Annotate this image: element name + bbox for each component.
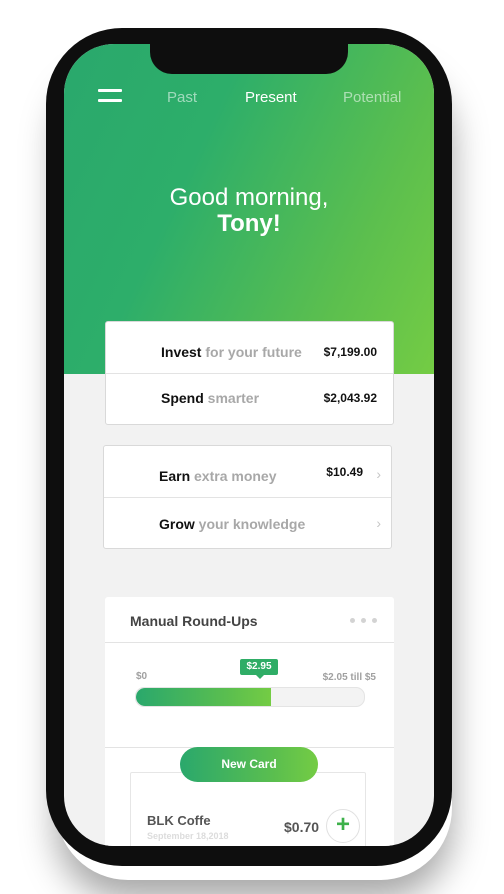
earn-label: Earn extra money bbox=[159, 468, 277, 484]
chevron-right-icon: › bbox=[376, 466, 381, 482]
spend-title: Spend bbox=[161, 390, 204, 406]
invest-label: Invest for your future bbox=[161, 344, 302, 360]
tab-present[interactable]: Present bbox=[245, 89, 297, 106]
roundups-progress-bar bbox=[135, 687, 365, 707]
progress-min-label: $0 bbox=[136, 671, 148, 682]
invest-subtitle: for your future bbox=[205, 344, 302, 360]
grow-label: Grow your knowledge bbox=[159, 516, 305, 532]
chevron-right-icon: › bbox=[376, 515, 381, 531]
invest-row[interactable]: Invest for your future $7,199.00 bbox=[106, 322, 393, 373]
hamburger-menu-icon[interactable] bbox=[98, 89, 122, 105]
progress-fill bbox=[136, 688, 271, 706]
transaction-amount: $0.70 bbox=[284, 819, 320, 835]
spend-amount: $2,043.92 bbox=[323, 391, 377, 405]
more-dots-icon[interactable] bbox=[350, 618, 380, 624]
phone-notch bbox=[150, 44, 348, 74]
earn-subtitle: extra money bbox=[194, 468, 277, 484]
add-roundup-button[interactable]: + bbox=[326, 809, 360, 843]
invest-amount: $7,199.00 bbox=[323, 345, 377, 359]
new-card-button[interactable]: New Card bbox=[180, 747, 318, 782]
progress-current-badge: $2.95 bbox=[240, 659, 278, 679]
greeting-name: Tony! bbox=[217, 210, 281, 237]
actions-card: Earn extra money $10.49 › Grow your know… bbox=[103, 445, 392, 549]
plus-icon: + bbox=[335, 811, 350, 838]
grow-row[interactable]: Grow your knowledge › bbox=[104, 498, 391, 548]
progress-remaining-label: $2.05 till $5 bbox=[322, 672, 376, 683]
roundups-title: Manual Round-Ups bbox=[130, 613, 258, 629]
invest-title: Invest bbox=[161, 344, 202, 360]
tab-past[interactable]: Past bbox=[167, 89, 197, 106]
spend-label: Spend smarter bbox=[161, 390, 259, 406]
tab-potential[interactable]: Potential bbox=[343, 89, 401, 106]
summary-card: Invest for your future $7,199.00 Spend s… bbox=[105, 321, 394, 425]
transaction-merchant: BLK Coffe bbox=[147, 813, 211, 828]
transaction-date: September 18,2018 bbox=[147, 831, 229, 841]
roundups-panel: Manual Round-Ups $0 $2.95 $2.05 till $5 … bbox=[105, 597, 394, 846]
transaction-card[interactable]: BLK Coffe September 18,2018 $0.70 + bbox=[130, 772, 366, 846]
grow-title: Grow bbox=[159, 516, 195, 532]
earn-amount: $10.49 bbox=[326, 465, 363, 479]
greeting-text: Good morning, bbox=[169, 184, 329, 211]
app-screen: Past Present Potential Good morning, Ton… bbox=[64, 44, 434, 846]
spend-row[interactable]: Spend smarter $2,043.92 bbox=[106, 374, 393, 424]
spend-subtitle: smarter bbox=[207, 390, 260, 406]
divider bbox=[105, 642, 394, 643]
earn-title: Earn bbox=[159, 468, 191, 484]
grow-subtitle: your knowledge bbox=[198, 516, 306, 532]
earn-row[interactable]: Earn extra money $10.49 › bbox=[104, 446, 391, 497]
